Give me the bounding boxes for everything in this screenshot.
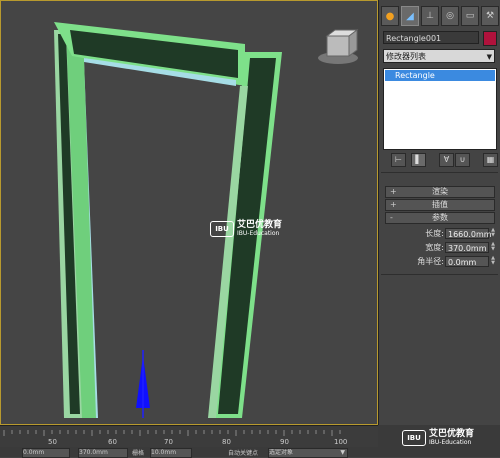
playback-area: IBU 艾巴优教育 IBU-Education <box>378 425 500 447</box>
width-label: 宽度: <box>425 243 444 252</box>
length-label: 长度: <box>425 229 444 238</box>
object-name-field[interactable]: Rectangle001 <box>383 31 479 44</box>
watermark-logo: IBU <box>210 220 234 237</box>
configure-icon: ▦ <box>486 155 495 164</box>
length-input[interactable]: 1660.0mm <box>445 228 492 239</box>
auto-key-label: 自动关键点 <box>228 450 259 457</box>
param-length: 长度: 1660.0mm ▲ ▼ <box>379 228 500 240</box>
viewcube[interactable] <box>326 35 350 57</box>
rollout-render[interactable]: + 渲染 <box>385 186 495 198</box>
create-tab[interactable]: ● <box>381 6 399 26</box>
configure-sets-button[interactable]: ▦ <box>483 153 498 167</box>
timeline-tick-label: 90 <box>280 438 289 446</box>
remove-modifier-button[interactable]: ∪ <box>455 153 470 167</box>
utilities-icon: ⚒ <box>485 11 495 21</box>
modify-icon: ◢ <box>406 10 414 22</box>
rollout-interpolation[interactable]: + 插值 <box>385 199 495 211</box>
watermark-en: IBU-Education <box>429 439 472 446</box>
param-width: 宽度: 370.0mm ▲ ▼ <box>379 242 500 254</box>
rollout-interpolation-label: 插值 <box>432 200 448 209</box>
modifier-list-dropdown[interactable]: 修改器列表 ▼ <box>383 49 495 63</box>
chevron-down-icon: ▼ <box>340 449 345 456</box>
chevron-down-icon: ▼ <box>486 53 492 61</box>
display-tab[interactable]: ▭ <box>461 6 479 26</box>
timeline-tick-label: 80 <box>222 438 231 446</box>
perspective-viewport[interactable]: IBU 艾巴优教育 IBU-Education <box>0 0 379 425</box>
divider <box>381 172 498 173</box>
rollout-parameters-label: 参数 <box>432 213 448 222</box>
end-result-icon: ▌ <box>415 155 422 164</box>
param-corner-radius: 角半径: 0.0mm ▲ ▼ <box>379 256 500 268</box>
timeline-tick-label: 60 <box>108 438 117 446</box>
timeline-tick-label: 50 <box>48 438 57 446</box>
width-input[interactable]: 370.0mm <box>445 242 489 253</box>
watermark-logo: IBU <box>402 429 426 446</box>
make-unique-button[interactable]: ∀ <box>439 153 454 167</box>
command-tabs: ● ◢ ⊥ ◎ ▭ ⚒ <box>381 6 499 28</box>
viewport-scene <box>54 22 359 418</box>
trash-icon: ∪ <box>459 155 466 164</box>
status-bar: 0.0mm 370.0mm 栅格 10.0mm 自动关键点 选定对象 ▼ <box>0 447 500 458</box>
stack-item-rectangle[interactable]: Rectangle <box>385 70 495 81</box>
object-color-swatch[interactable] <box>483 31 497 46</box>
display-icon: ▭ <box>465 11 475 21</box>
rollout-parameters[interactable]: - 参数 <box>385 212 495 224</box>
timeline-tick-label: 70 <box>164 438 173 446</box>
divider <box>381 274 498 275</box>
key-filter-value: 选定对象 <box>269 449 294 456</box>
utilities-tab[interactable]: ⚒ <box>481 6 499 26</box>
pin-icon: ⊢ <box>395 155 402 164</box>
watermark-cn: 艾巴优教育 <box>429 429 475 439</box>
modify-tab[interactable]: ◢ <box>401 6 419 26</box>
timeline-tick-label: 100 <box>334 438 348 446</box>
grid-label: 栅格 <box>132 450 145 457</box>
corner-radius-spinner[interactable]: ▲ ▼ <box>490 256 496 267</box>
width-spinner[interactable]: ▲ ▼ <box>490 242 496 253</box>
hierarchy-tab[interactable]: ⊥ <box>421 6 439 26</box>
motion-icon: ◎ <box>446 11 454 21</box>
hierarchy-icon: ⊥ <box>426 11 434 21</box>
make-unique-icon: ∀ <box>443 155 450 164</box>
corner-radius-input[interactable]: 0.0mm <box>445 256 489 267</box>
watermark-corner: IBU 艾巴优教育 IBU-Education <box>402 429 474 446</box>
corner-radius-label: 角半径: <box>417 257 444 266</box>
command-panel: ● ◢ ⊥ ◎ ▭ ⚒ Rectangle001 修改器列表 ▼ Rectang… <box>379 0 500 425</box>
stack-toolbar: ⊢ ▌ ∀ ∪ ▦ <box>391 153 498 167</box>
watermark-cn: 艾巴优教育 <box>237 220 283 230</box>
length-spinner[interactable]: ▲ ▼ <box>490 228 496 239</box>
timeline-ruler[interactable]: 50 60 70 80 90 100 <box>0 425 378 448</box>
modifier-stack[interactable]: Rectangle <box>383 68 497 150</box>
rollout-render-label: 渲染 <box>432 187 448 196</box>
create-icon: ● <box>385 10 395 22</box>
show-end-result-button[interactable]: ▌ <box>411 153 426 167</box>
watermark-center: IBU 艾巴优教育 IBU-Education <box>210 220 282 237</box>
modifier-list-label: 修改器列表 <box>386 52 426 61</box>
pin-stack-button[interactable]: ⊢ <box>391 153 406 167</box>
motion-tab[interactable]: ◎ <box>441 6 459 26</box>
watermark-en: IBU-Education <box>237 230 280 237</box>
